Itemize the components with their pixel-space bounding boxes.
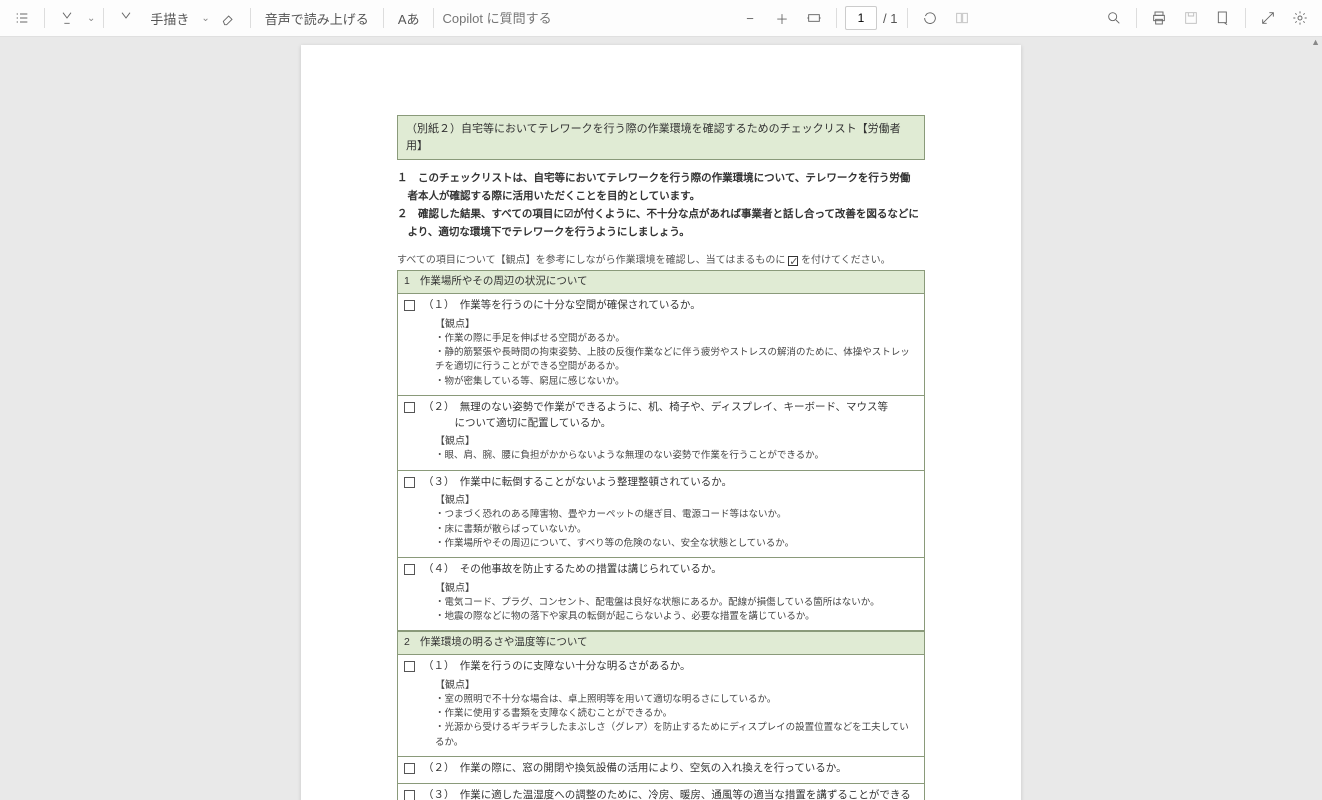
checkbox[interactable] — [404, 763, 415, 774]
copilot-input[interactable] — [442, 11, 612, 26]
section-2-header: 2作業環境の明るさや温度等について — [397, 631, 925, 655]
page-view-icon[interactable] — [948, 4, 976, 32]
annotate-icon[interactable] — [1209, 4, 1237, 32]
instruction-note: すべての項目について【観点】を参考にしながら作業環境を確認し、当てはまるものに … — [397, 253, 925, 268]
document-viewport[interactable]: ▲ （別紙２）自宅等においてテレワークを行う際の作業環境を確認するためのチェック… — [0, 37, 1322, 800]
section-1-header: 1作業場所やその周辺の状況について — [397, 270, 925, 294]
separator — [250, 8, 251, 28]
checkbox[interactable] — [404, 477, 415, 488]
checklist-row: （２） 作業の際に、窓の開閉や換気設備の活用により、空気の入れ換えを行っているか… — [398, 757, 924, 784]
section-1-items: （１） 作業等を行うのに十分な空間が確保されているか。 【観点】 作業の際に手足… — [397, 294, 925, 631]
pdf-toolbar: ⌄ 手描き ⌄ 音声で読み上げる Aあ − ＋ / 1 — [0, 0, 1322, 37]
checkbox[interactable] — [404, 790, 415, 800]
intro-text: １ このチェックリストは、自宅等においてテレワークを行う際の作業環境について、テ… — [397, 170, 925, 241]
separator — [44, 8, 45, 28]
rotate-icon[interactable] — [916, 4, 944, 32]
highlight-icon[interactable] — [53, 4, 81, 32]
pdf-page: （別紙２）自宅等においてテレワークを行う際の作業環境を確認するためのチェックリス… — [301, 45, 1021, 800]
chevron-down-icon[interactable]: ⌄ — [87, 13, 95, 24]
checkbox[interactable] — [404, 661, 415, 672]
fit-width-icon[interactable] — [800, 4, 828, 32]
page-total: / 1 — [881, 11, 899, 26]
separator — [836, 8, 837, 28]
contents-icon[interactable] — [8, 4, 36, 32]
checkbox[interactable] — [404, 300, 415, 311]
save-icon[interactable] — [1177, 4, 1205, 32]
search-icon[interactable] — [1100, 4, 1128, 32]
scroll-up-icon[interactable]: ▲ — [1311, 37, 1320, 47]
separator — [1245, 8, 1246, 28]
erase-icon[interactable] — [214, 4, 242, 32]
separator — [383, 8, 384, 28]
checklist-row: （４） その他事故を防止するための措置は講じられているか。 【観点】 電気コード… — [398, 558, 924, 630]
separator — [907, 8, 908, 28]
separator — [1136, 8, 1137, 28]
section-2-items: （１） 作業を行うのに支障ない十分な明るさがあるか。 【観点】 室の照明で不十分… — [397, 655, 925, 800]
settings-icon[interactable] — [1286, 4, 1314, 32]
checklist-row: （３） 作業中に転倒することがないよう整理整頓されているか。 【観点】 つまづく… — [398, 471, 924, 559]
chevron-down-icon[interactable]: ⌄ — [201, 13, 209, 24]
zoom-out-icon[interactable]: − — [736, 4, 764, 32]
draw-icon[interactable] — [112, 4, 140, 32]
read-aloud-button[interactable]: 音声で読み上げる — [259, 9, 375, 28]
checkbox[interactable] — [404, 564, 415, 575]
checklist-row: （１） 作業等を行うのに十分な空間が確保されているか。 【観点】 作業の際に手足… — [398, 294, 924, 396]
zoom-in-icon[interactable]: ＋ — [768, 4, 796, 32]
draw-label[interactable]: 手描き — [144, 9, 195, 28]
checklist-row: （２） 無理のない姿勢で作業ができるように、机、椅子や、ディスプレイ、キーボード… — [398, 396, 924, 471]
checkbox[interactable] — [404, 402, 415, 413]
print-icon[interactable] — [1145, 4, 1173, 32]
checklist-row: （１） 作業を行うのに支障ない十分な明るさがあるか。 【観点】 室の照明で不十分… — [398, 655, 924, 757]
translate-button[interactable]: Aあ — [392, 9, 426, 28]
page-number-input[interactable] — [845, 6, 877, 30]
document-title: （別紙２）自宅等においてテレワークを行う際の作業環境を確認するためのチェックリス… — [397, 115, 925, 160]
separator — [103, 8, 104, 28]
fullscreen-icon[interactable] — [1254, 4, 1282, 32]
separator — [433, 8, 434, 28]
checklist-row: （３） 作業に適した温湿度への調整のために、冷房、暖房、通風等の適当な措置を講ず… — [398, 784, 924, 800]
